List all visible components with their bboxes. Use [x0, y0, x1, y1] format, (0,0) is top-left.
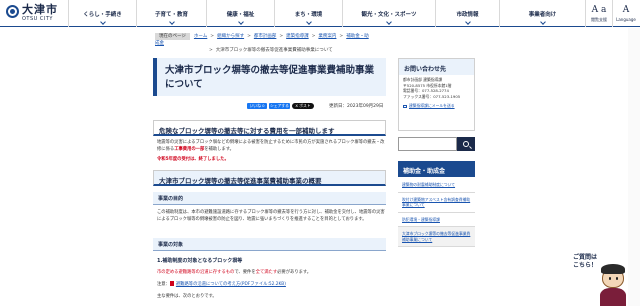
- contact-heading: お問い合わせ先: [399, 59, 474, 75]
- target-subheading: 1.補助制度の対象となるブロック塀等: [157, 258, 243, 264]
- nav-shisei[interactable]: 市政情報: [435, 0, 499, 27]
- category-link[interactable]: 防犯環境・建築指導課: [398, 212, 475, 227]
- search-input[interactable]: [398, 137, 457, 151]
- language-button[interactable]: A Language: [612, 0, 639, 27]
- breadcrumb-here-label: 現在のページ: [155, 33, 190, 40]
- nav-kenko[interactable]: 健康・福祉: [206, 0, 274, 27]
- logo-text-en: OTSU CITY: [22, 16, 53, 22]
- outline-heading: 大津市ブロック塀等の撤去等促進事業費補助事業の概要: [153, 170, 386, 186]
- city-emblem-icon: [6, 5, 19, 18]
- purpose-heading: 事業の目的: [153, 192, 386, 205]
- mail-icon: [403, 104, 407, 108]
- breadcrumb-current: 大津市ブロック塀等の撤去等促進事業費補助事業について: [215, 48, 333, 53]
- main-requirements-label: 主な要件は、次のとおりです。: [157, 294, 217, 299]
- breadcrumb-item[interactable]: 業務案内: [318, 34, 336, 39]
- global-nav: くらし・手続き 子育て・教育 健康・福祉 まち・環境 観光・文化・スポーツ 市政…: [68, 0, 585, 27]
- chevron-down-icon: [99, 19, 106, 25]
- contact-fax: ファックス番号：077-523-1905: [403, 93, 461, 99]
- mascot-character-icon[interactable]: [598, 262, 628, 306]
- nav-kurashi[interactable]: くらし・手続き: [68, 0, 136, 27]
- note-line: 注意： 避難路等の沿道についての考え方(PDFファイル:52.2KB): [157, 281, 286, 287]
- lead-text: 地震等の災害によるブロック塀などの倒壊による被害を防止するために市民の方が実施さ…: [157, 140, 385, 152]
- breadcrumb-item[interactable]: 建築指導課: [286, 34, 309, 39]
- site-search: [398, 137, 475, 151]
- nav-kosodate[interactable]: 子育て・教育: [136, 0, 206, 27]
- category-link-current[interactable]: 大津市ブロック塀等の撤去等促進事業費補助事業について: [398, 227, 475, 247]
- search-button[interactable]: [457, 137, 475, 151]
- facebook-like-button[interactable]: いいね 0: [247, 103, 267, 109]
- notice-text: 令和5年度の受付は、終了しました。: [157, 157, 229, 162]
- facebook-share-button[interactable]: シェアする: [269, 103, 290, 109]
- site-logo[interactable]: 大津市 OTSU CITY: [6, 3, 58, 22]
- nav-jigyosha[interactable]: 事業者向け: [499, 0, 585, 27]
- right-edge: [628, 28, 640, 306]
- category-links: 建築物の耐震補助制度について 吹付け建築物アスベスト含有調査費補助事業について …: [398, 178, 475, 247]
- search-icon: [463, 141, 469, 147]
- breadcrumb-item[interactable]: 組織から探す: [217, 34, 244, 39]
- lead-heading: 危険なブロック塀等の撤去等に対する費用を一部補助します: [153, 120, 386, 136]
- x-post-button[interactable]: X ポスト: [292, 103, 314, 109]
- chevron-down-icon: [386, 19, 392, 25]
- chevron-down-icon: [539, 19, 546, 25]
- contact-mail-link[interactable]: 建築指導課にメールを送る: [409, 103, 455, 108]
- pdf-icon: [169, 281, 174, 286]
- question-bubble[interactable]: ご質問は こちら！: [573, 254, 597, 270]
- text-size-icon: A a: [591, 4, 607, 15]
- updated-date: 更新日：2023年09月29日: [329, 104, 384, 109]
- breadcrumb: 現在のページ ホーム > 組織から探す > 都市計画部 > 建築指導課 > 業務案内 > 補助金・助成…: [155, 33, 369, 53]
- utility-nav: A a 閲覧支援 A Language: [585, 0, 640, 27]
- purpose-text: この補助制度は、本市の避難施設道路に存するブロック塀等の撤去等を行う方に対し、補…: [157, 210, 385, 222]
- page: 大津市 OTSU CITY くらし・手続き 子育て・教育 健康・福祉 まち・環境…: [0, 0, 640, 306]
- chevron-down-icon: [464, 19, 471, 25]
- category-link[interactable]: 建築物の耐震補助制度について: [398, 178, 475, 193]
- chevron-down-icon: [237, 19, 244, 25]
- category-link[interactable]: 吹付け建築物アスベスト含有調査費補助事業について: [398, 192, 475, 213]
- logo-text-jp: 大津市: [22, 3, 58, 16]
- social-buttons: いいね 0 シェアする X ポスト: [247, 103, 316, 109]
- accessibility-button[interactable]: A a 閲覧支援: [585, 0, 612, 27]
- breadcrumb-home[interactable]: ホーム: [194, 34, 207, 39]
- category-heading: 補助金・助成金: [398, 161, 475, 177]
- breadcrumb-item[interactable]: 都市計画部: [254, 34, 277, 39]
- chevron-down-icon: [305, 19, 312, 25]
- target-text: 市の定める避難路等の沿道に存するもので、要件を全て満たす必要があります。: [157, 270, 312, 275]
- chevron-down-icon: [168, 19, 175, 25]
- nav-kanko[interactable]: 観光・文化・スポーツ: [342, 0, 435, 27]
- nav-machi[interactable]: まち・環境: [274, 0, 342, 27]
- pdf-link[interactable]: 避難路等の沿道についての考え方(PDFファイル:52.2KB): [176, 282, 286, 287]
- contact-box: お問い合わせ先 都市計画部 建築指導課 〒520-8575 市役所本館1階 電話…: [398, 58, 475, 131]
- language-icon: A: [622, 5, 630, 15]
- site-header: 大津市 OTSU CITY くらし・手続き 子育て・教育 健康・福祉 まち・環境…: [0, 0, 640, 27]
- target-heading: 事業の対象: [153, 238, 386, 251]
- page-title: 大津市ブロック塀等の撤去等促進事業費補助事業について: [153, 58, 386, 96]
